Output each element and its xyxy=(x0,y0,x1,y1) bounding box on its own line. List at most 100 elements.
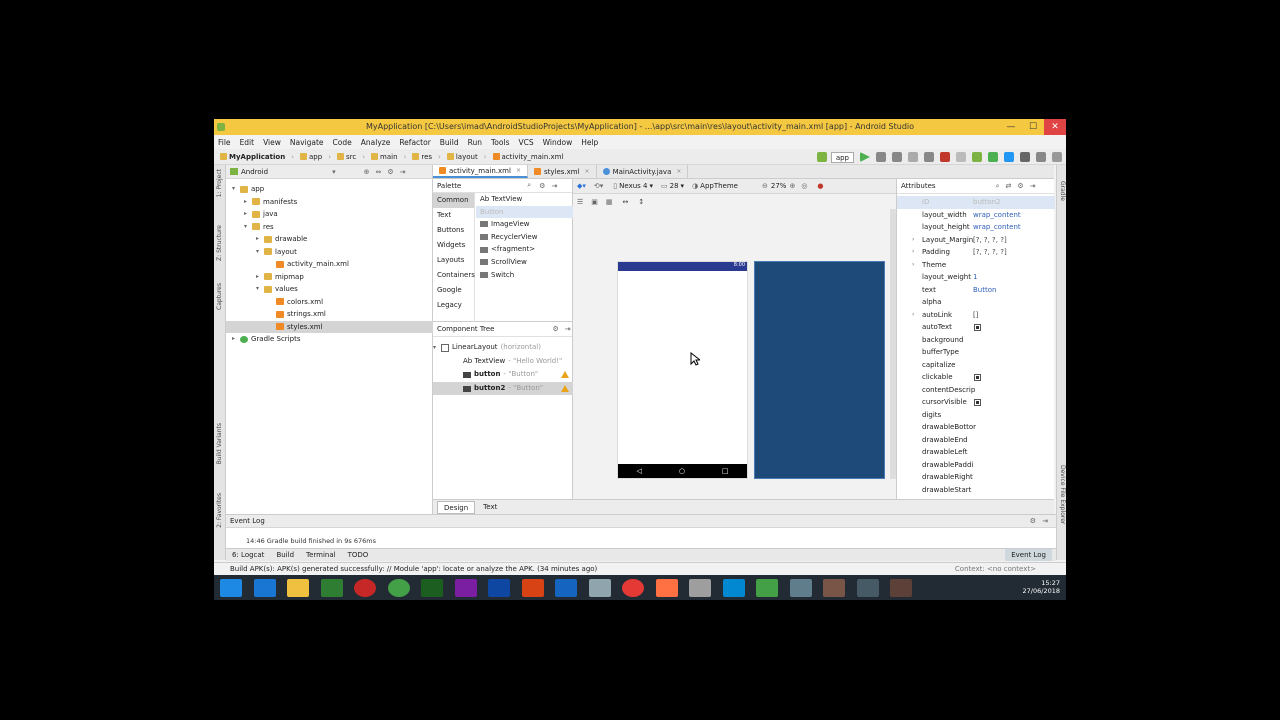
attribute-value[interactable]: 1 xyxy=(973,271,977,284)
menu-analyze[interactable]: Analyze xyxy=(361,138,391,147)
search-icon[interactable]: ⌕ xyxy=(527,181,531,190)
menu-tools[interactable]: Tools xyxy=(491,138,509,147)
opera-icon[interactable] xyxy=(622,578,644,597)
debug-icon[interactable] xyxy=(876,152,886,162)
warning-icon[interactable] xyxy=(561,385,569,393)
zoom-in-icon[interactable]: ⊕ xyxy=(789,182,795,190)
expand-horizontal-icon[interactable]: ↔ xyxy=(623,198,629,206)
hide-icon[interactable]: ⇥ xyxy=(400,168,406,176)
attribute-row[interactable]: ID button2 xyxy=(897,196,1055,209)
zoom-fit-icon[interactable]: ◎ xyxy=(801,182,807,190)
close-icon[interactable]: × xyxy=(585,168,590,175)
menu-navigate[interactable]: Navigate xyxy=(290,138,324,147)
chrome-icon[interactable] xyxy=(387,578,410,597)
breadcrumb-item[interactable]: activity_main.xml xyxy=(492,153,563,161)
swap-view-icon[interactable]: ⇄ xyxy=(1005,182,1011,190)
app-icon[interactable] xyxy=(354,578,376,597)
palette-category[interactable]: Layouts xyxy=(433,253,474,268)
attribute-row[interactable]: drawableRight xyxy=(897,471,1055,484)
attribute-checkbox[interactable] xyxy=(974,324,981,331)
tree-item[interactable]: ▸ manifests xyxy=(244,196,297,208)
breadcrumb-item[interactable]: layout xyxy=(446,153,478,161)
breadcrumb-item[interactable]: MyApplication xyxy=(220,153,285,161)
close-icon[interactable]: × xyxy=(516,167,521,174)
file-explorer-icon[interactable] xyxy=(287,578,309,597)
avd-manager-icon[interactable] xyxy=(972,152,982,162)
attribute-value[interactable]: [] xyxy=(973,309,978,322)
store-icon[interactable] xyxy=(320,578,343,597)
attribute-row[interactable]: alpha xyxy=(897,296,1055,309)
expand-arrow-icon[interactable]: ▾ xyxy=(244,221,252,233)
tab-text[interactable]: Text xyxy=(477,501,503,514)
profile-icon[interactable] xyxy=(892,152,902,162)
calculator-icon[interactable] xyxy=(689,578,711,597)
expand-arrow-icon[interactable]: › xyxy=(912,234,914,247)
menu-window[interactable]: Window xyxy=(543,138,573,147)
hide-icon[interactable]: ⇥ xyxy=(1042,517,1048,525)
component-tree-row[interactable]: button2- "Button" xyxy=(433,382,573,396)
gear-icon[interactable]: ⚙ xyxy=(552,325,558,333)
gear-icon[interactable]: ⚙ xyxy=(539,182,545,190)
terminal-tab[interactable]: Terminal xyxy=(306,551,336,559)
attribute-checkbox[interactable] xyxy=(974,399,981,406)
hide-icon[interactable]: ⇥ xyxy=(1030,182,1036,190)
breadcrumb-item[interactable]: app xyxy=(300,153,322,161)
hide-icon[interactable]: ⇥ xyxy=(551,182,557,190)
attribute-row[interactable]: layout_height wrap_content xyxy=(897,221,1055,234)
palette-item[interactable]: <fragment> xyxy=(476,243,573,256)
system-tray[interactable]: 15:27 27/06/2018 xyxy=(1023,579,1060,595)
expand-arrow-icon[interactable]: ▸ xyxy=(232,333,240,345)
tree-item[interactable]: ▾ values xyxy=(256,283,298,295)
attribute-row[interactable]: layout_width wrap_content xyxy=(897,209,1055,222)
run-configuration-select[interactable]: app xyxy=(830,151,854,163)
minimize-button[interactable]: — xyxy=(1000,119,1022,135)
captures-tool-tab[interactable]: Captures xyxy=(216,283,223,310)
palette-category[interactable]: Text xyxy=(433,208,474,223)
attribute-row[interactable]: drawableBottor xyxy=(897,421,1055,434)
margin-icon[interactable]: ▦ xyxy=(606,198,613,206)
excel-icon[interactable] xyxy=(421,578,443,597)
breadcrumb-item[interactable]: res xyxy=(412,153,432,161)
app-icon[interactable] xyxy=(789,578,812,597)
expand-arrow-icon[interactable]: › xyxy=(912,259,914,272)
menu-build[interactable]: Build xyxy=(440,138,459,147)
palette-item[interactable]: Switch xyxy=(476,269,573,282)
attribute-value[interactable]: wrap_content xyxy=(973,221,1021,234)
menu-edit[interactable]: Edit xyxy=(240,138,255,147)
tree-item[interactable]: ▾ res xyxy=(244,221,274,233)
distribute-icon[interactable]: ▣ xyxy=(591,198,598,206)
tree-item[interactable]: ▾ layout xyxy=(256,246,297,258)
android-studio-icon[interactable] xyxy=(756,578,778,597)
tree-item[interactable]: ▸ mipmap xyxy=(256,271,304,283)
menu-run[interactable]: Run xyxy=(468,138,482,147)
expand-arrow-icon[interactable]: ▾ xyxy=(256,283,264,295)
menu-code[interactable]: Code xyxy=(333,138,352,147)
gear-icon[interactable]: ⚙ xyxy=(387,168,393,176)
attribute-row[interactable]: autoText xyxy=(897,321,1055,334)
menu-help[interactable]: Help xyxy=(581,138,598,147)
tree-item[interactable]: styles.xml xyxy=(268,321,323,333)
build-variants-tool-tab[interactable]: Build Variants xyxy=(216,423,223,464)
attribute-checkbox[interactable] xyxy=(974,374,981,381)
expand-arrow-icon[interactable]: ▸ xyxy=(244,208,252,220)
component-tree-row[interactable]: ▾ LinearLayout (horizontal) xyxy=(433,341,573,354)
attribute-row[interactable]: drawableEnd xyxy=(897,434,1055,447)
tab-main-activity[interactable]: MainActivity.java × xyxy=(597,165,689,178)
attribute-row[interactable]: › Padding [?, ?, ?, ?] xyxy=(897,246,1055,259)
attribute-row[interactable]: drawableStart xyxy=(897,484,1055,497)
gear-icon[interactable]: ⚙ xyxy=(1030,517,1036,525)
notepad-icon[interactable] xyxy=(588,578,611,597)
expand-arrow-icon[interactable]: ▸ xyxy=(256,271,264,283)
apply-changes-icon[interactable] xyxy=(908,152,918,162)
app-icon[interactable] xyxy=(655,578,678,597)
palette-item[interactable]: ScrollView xyxy=(476,256,573,269)
outlook-icon[interactable] xyxy=(488,578,510,597)
attach-debugger-icon[interactable] xyxy=(924,152,934,162)
search-icon[interactable] xyxy=(1036,152,1046,162)
run-icon[interactable] xyxy=(860,152,870,162)
attribute-row[interactable]: drawableLeft xyxy=(897,446,1055,459)
tree-item[interactable]: ▸ java xyxy=(244,208,278,220)
blueprint-preview[interactable] xyxy=(754,261,885,479)
tree-item[interactable]: ▾ app xyxy=(232,183,264,195)
search-icon[interactable]: ⌕ xyxy=(996,182,1000,191)
